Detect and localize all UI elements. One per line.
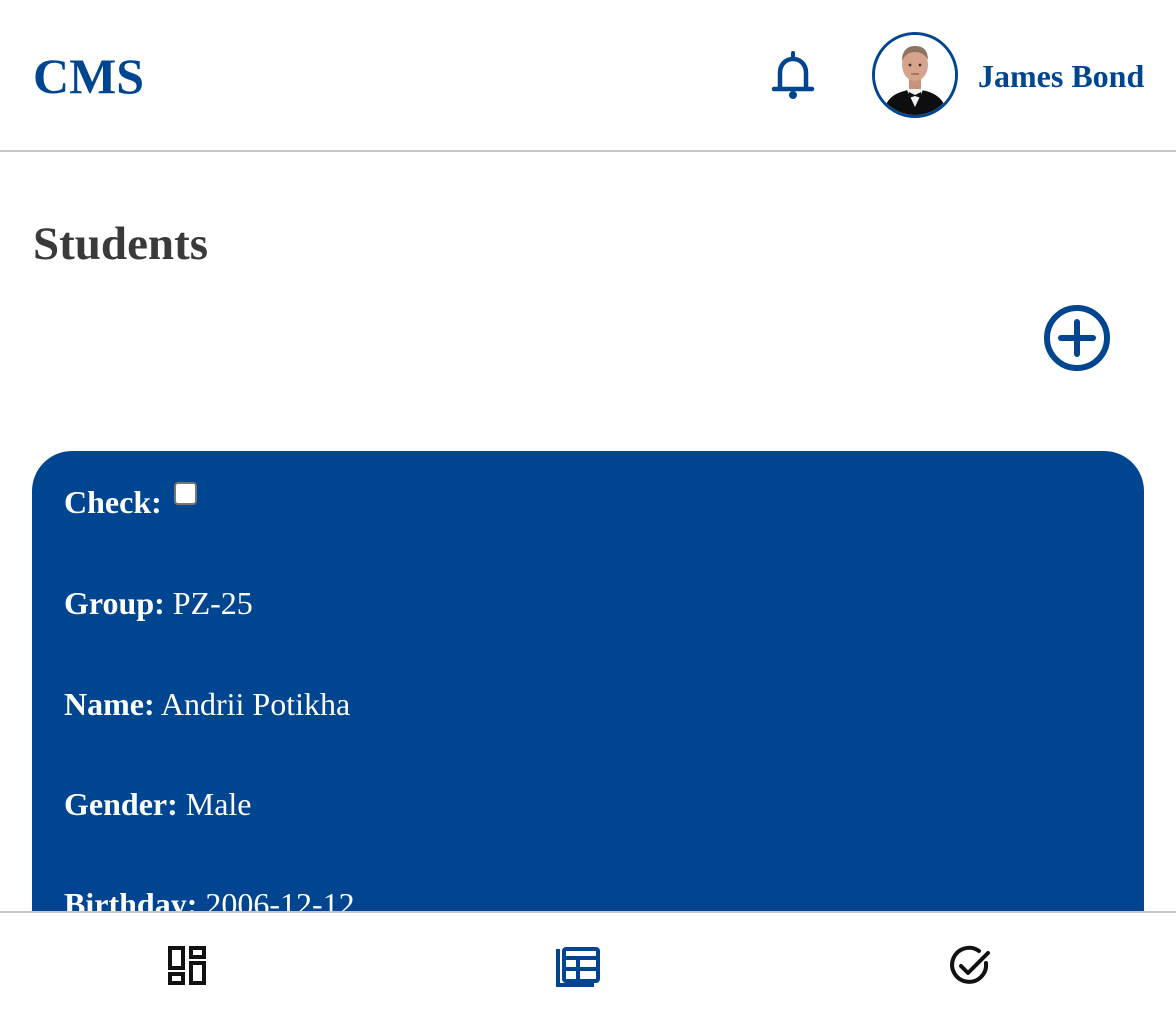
nav-tasks[interactable] bbox=[946, 941, 996, 991]
nav-students[interactable] bbox=[554, 941, 604, 991]
name-row: Name: Andrii Potikha bbox=[64, 684, 350, 724]
page-title: Students bbox=[33, 218, 209, 270]
table-icon bbox=[556, 947, 600, 987]
plus-circle-icon bbox=[1044, 305, 1110, 371]
name-value: Andrii Potikha bbox=[160, 686, 351, 722]
bell-icon[interactable] bbox=[768, 50, 818, 102]
bottom-nav bbox=[0, 911, 1176, 1030]
group-row: Group: PZ-25 bbox=[64, 583, 253, 623]
user-avatar[interactable] bbox=[872, 32, 958, 118]
app-root: CMS James Bond Students Check: Group: PZ… bbox=[0, 0, 1176, 1030]
add-student-button[interactable] bbox=[1042, 303, 1112, 373]
dashboard-icon bbox=[168, 946, 206, 985]
gender-label: Gender: bbox=[64, 786, 178, 822]
student-card: Check: Group: PZ-25 Name: Andrii Potikha… bbox=[32, 451, 1144, 971]
nav-dashboard[interactable] bbox=[162, 941, 212, 991]
group-label: Group: bbox=[64, 585, 165, 621]
username[interactable]: James Bond bbox=[978, 56, 1144, 96]
top-header: CMS James Bond bbox=[0, 0, 1176, 152]
app-logo[interactable]: CMS bbox=[33, 46, 144, 106]
check-circle-icon bbox=[950, 945, 990, 984]
gender-row: Gender: Male bbox=[64, 784, 252, 824]
group-value: PZ-25 bbox=[172, 585, 253, 621]
name-label: Name: bbox=[64, 686, 155, 722]
check-row: Check: bbox=[64, 482, 197, 522]
gender-value: Male bbox=[185, 786, 252, 822]
check-label: Check: bbox=[64, 484, 162, 520]
student-checkbox[interactable] bbox=[173, 482, 197, 505]
